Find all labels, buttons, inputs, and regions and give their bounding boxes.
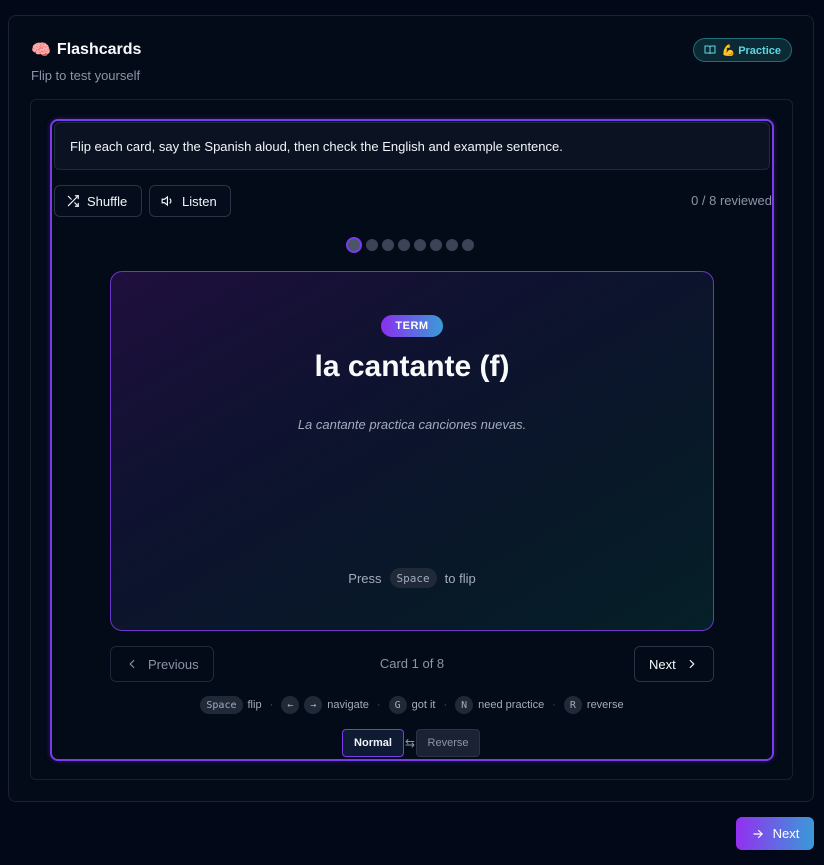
space-key: Space: [389, 568, 437, 588]
example-sentence: La cantante practica canciones nuevas.: [297, 417, 527, 432]
flashcard[interactable]: TERM la cantante (f) La cantante practic…: [110, 271, 714, 631]
shortcut-desc: got it: [411, 699, 436, 711]
shortcut-desc: need practice: [478, 699, 545, 711]
page-title-text: Flashcards: [56, 41, 142, 58]
brain-icon: 🧠: [31, 42, 51, 59]
shuffle-label: Shuffle: [87, 193, 128, 209]
next-card-button[interactable]: Next: [634, 646, 714, 682]
flip-hint-suffix: to flip: [444, 570, 476, 586]
separator: ·: [376, 699, 381, 711]
kbd-g: G: [388, 696, 407, 714]
continue-next-label: Next: [772, 826, 800, 841]
book-icon: [704, 44, 716, 56]
normal-mode-button[interactable]: Normal: [342, 729, 404, 757]
flip-hint-prefix: Press: [348, 570, 382, 586]
next-label: Next: [649, 656, 676, 672]
kbd-left-arrow: ←: [281, 696, 300, 714]
progress-dot[interactable]: [346, 237, 362, 253]
listen-button[interactable]: Listen: [149, 185, 231, 217]
kbd-r: R: [563, 696, 582, 714]
term-text: la cantante (f): [314, 350, 510, 383]
practice-badge-label: 💪 Practice: [721, 44, 781, 57]
shortcut-desc: reverse: [586, 699, 624, 711]
flashcard-container: Flip each card, say the Spanish aloud, t…: [30, 99, 793, 780]
keyboard-shortcuts: Space flip · ← → navigate · G got it · N…: [52, 696, 772, 714]
continue-next-button[interactable]: Next: [736, 817, 814, 850]
shortcut-desc: flip: [247, 699, 262, 711]
flashcards-panel: 🧠 Flashcards Flip to test yourself 💪 Pra…: [8, 15, 814, 802]
chevron-right-icon: [685, 657, 699, 671]
instructions-box: Flip each card, say the Spanish aloud, t…: [54, 122, 770, 170]
mode-toggle: Normal ⇆ Reverse: [342, 729, 480, 757]
separator: ·: [269, 699, 274, 711]
listen-label: Listen: [182, 193, 217, 209]
speaker-icon: [161, 194, 175, 208]
swap-icon: ⇆: [404, 736, 416, 750]
progress-dot[interactable]: [430, 239, 442, 251]
reverse-mode-button[interactable]: Reverse: [416, 729, 480, 757]
kbd-right-arrow: →: [304, 696, 323, 714]
progress-dot[interactable]: [462, 239, 474, 251]
progress-dot[interactable]: [366, 239, 378, 251]
shuffle-button[interactable]: Shuffle: [54, 185, 142, 217]
separator: ·: [443, 699, 448, 711]
reviewed-count: 0 / 8 reviewed: [691, 193, 772, 208]
progress-dot[interactable]: [382, 239, 394, 251]
flip-hint: Press Space to flip: [111, 568, 713, 588]
arrow-right-icon: [751, 827, 765, 841]
shuffle-icon: [66, 194, 80, 208]
page-title: 🧠 Flashcards: [31, 40, 141, 60]
progress-dots: [346, 237, 474, 253]
shortcut-desc: navigate: [327, 699, 369, 711]
progress-dot[interactable]: [414, 239, 426, 251]
practice-badge[interactable]: 💪 Practice: [693, 38, 792, 62]
progress-dot[interactable]: [398, 239, 410, 251]
kbd-space: Space: [200, 696, 243, 714]
flashcard-frame: Flip each card, say the Spanish aloud, t…: [50, 119, 774, 761]
progress-dot[interactable]: [446, 239, 458, 251]
separator: ·: [552, 699, 556, 711]
side-badge: TERM: [381, 315, 443, 337]
page-subtitle: Flip to test yourself: [31, 68, 141, 83]
kbd-n: N: [455, 696, 474, 714]
